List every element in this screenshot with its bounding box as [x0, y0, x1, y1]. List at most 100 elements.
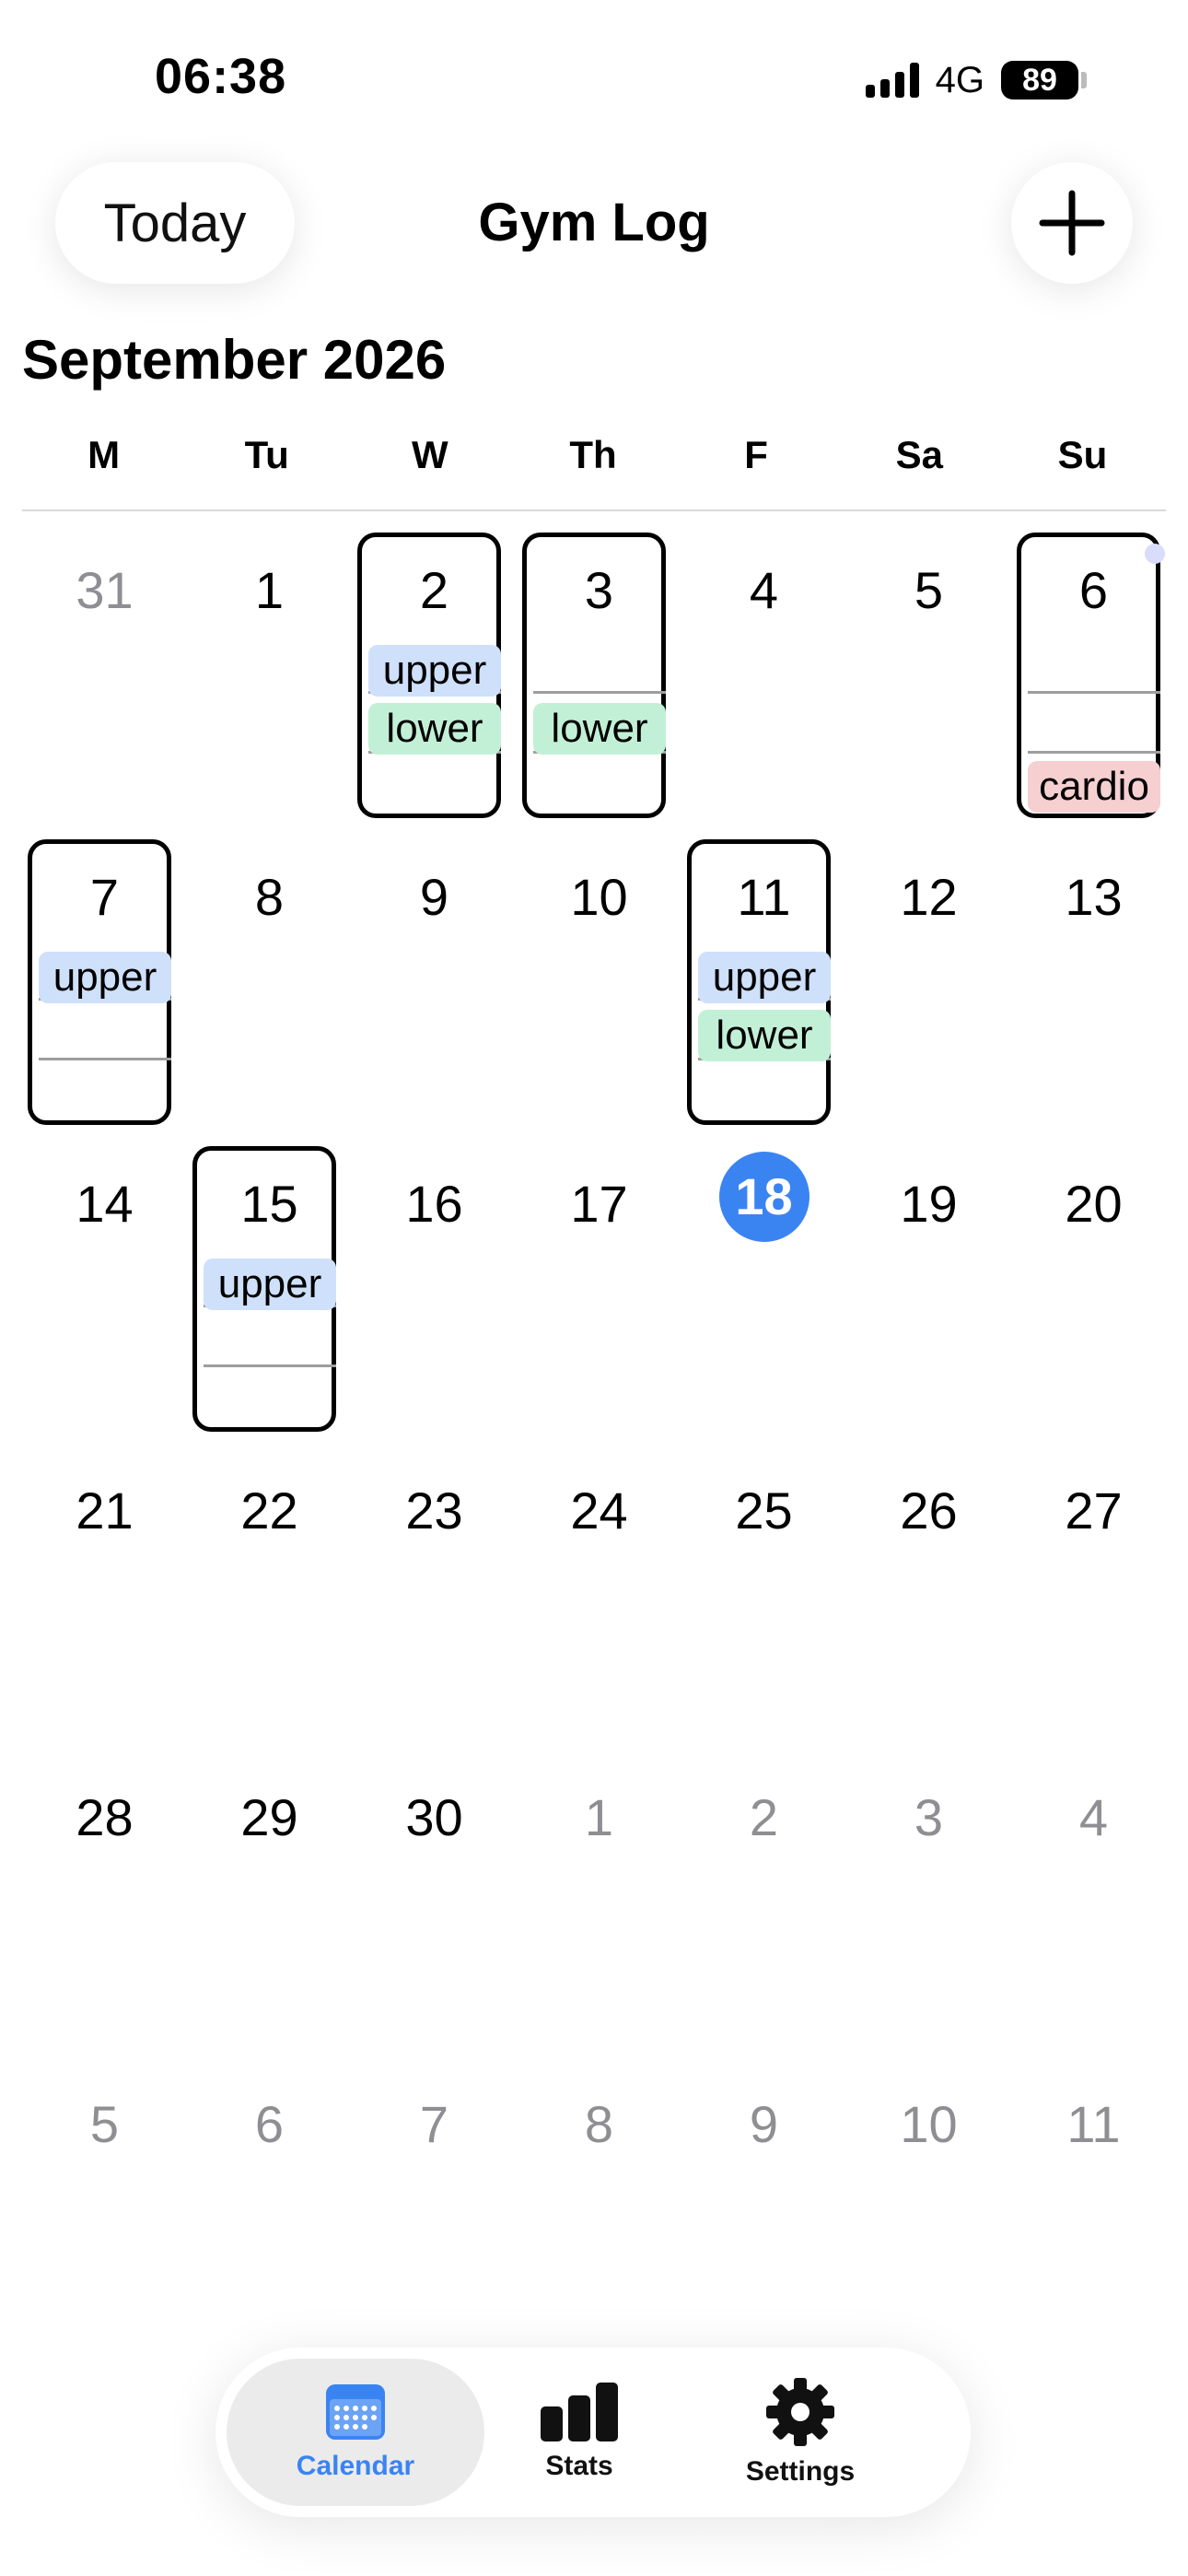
day-cell[interactable]: 1	[187, 533, 352, 839]
day-number: 8	[254, 868, 285, 926]
weekday-header: M Tu W Th F Sa Su	[22, 433, 1164, 477]
tab-label: Calendar	[296, 2451, 415, 2481]
add-button[interactable]	[1011, 162, 1133, 284]
day-cell[interactable]: 16	[352, 1146, 517, 1453]
day-number: 1	[254, 561, 285, 619]
day-cell[interactable]: upper lower 2	[352, 533, 517, 839]
day-number: 10	[900, 2095, 958, 2153]
divider	[22, 509, 1166, 511]
day-cell[interactable]: 8	[187, 839, 352, 1146]
weekday-label: Tu	[244, 433, 289, 476]
day-cell[interactable]: 28	[22, 1760, 187, 2067]
day-cell[interactable]: 8	[517, 2067, 681, 2373]
month-title: September 2026	[22, 329, 447, 391]
workout-tag-cardio: cardio	[1028, 761, 1160, 813]
day-cell[interactable]: 25	[681, 1453, 846, 1760]
day-cell[interactable]: 14	[22, 1146, 187, 1453]
bar-chart-icon	[541, 2383, 618, 2441]
day-cell[interactable]: 22	[187, 1453, 352, 1760]
day-number: 8	[584, 2095, 614, 2153]
day-number: 9	[749, 2095, 779, 2153]
day-cell[interactable]: 4	[681, 533, 846, 839]
tab-label: Settings	[745, 2456, 856, 2487]
day-cell[interactable]: 7	[352, 2067, 517, 2373]
day-number: 22	[240, 1481, 298, 1540]
day-number: 24	[570, 1481, 628, 1540]
day-cell[interactable]: 10	[517, 839, 681, 1146]
day-cell[interactable]: upper 7	[22, 839, 187, 1146]
calendar-icon	[326, 2384, 385, 2440]
day-cell[interactable]: 24	[517, 1453, 681, 1760]
day-number: 6	[1078, 561, 1109, 619]
status-indicators: 4G 89	[865, 57, 1087, 103]
day-cell[interactable]: 30	[352, 1760, 517, 2067]
day-cell[interactable]: 6	[187, 2067, 352, 2373]
day-cell[interactable]: cardio 6	[1011, 533, 1176, 839]
day-cell[interactable]: 1	[517, 1760, 681, 2067]
day-cell[interactable]: 9	[352, 839, 517, 1146]
day-cell[interactable]: 9	[681, 2067, 846, 2373]
day-cell[interactable]: upper 15	[187, 1146, 352, 1453]
slot-divider	[204, 1364, 336, 1367]
day-number: 13	[1065, 868, 1123, 926]
day-cell[interactable]: 21	[22, 1453, 187, 1760]
day-cell[interactable]: 26	[846, 1453, 1011, 1760]
day-cell[interactable]: lower 3	[517, 533, 681, 839]
day-number: 28	[76, 1788, 134, 1846]
day-number: 2	[749, 1788, 779, 1846]
day-number: 26	[900, 1481, 958, 1540]
day-cell[interactable]: 19	[846, 1146, 1011, 1453]
day-cell[interactable]: 31	[22, 533, 187, 839]
weekday-label: Th	[569, 433, 617, 476]
slot-divider	[39, 1058, 171, 1060]
day-number: 16	[405, 1175, 463, 1233]
day-cell[interactable]: 20	[1011, 1146, 1176, 1453]
day-number: 11	[737, 868, 791, 926]
tab-calendar[interactable]: Calendar	[227, 2359, 484, 2506]
day-cell[interactable]: 12	[846, 839, 1011, 1146]
workout-tag-upper: upper	[368, 645, 501, 697]
day-cell[interactable]: 4	[1011, 1760, 1176, 2067]
slot-divider	[1028, 751, 1160, 754]
day-cell[interactable]: 13	[1011, 839, 1176, 1146]
day-number: 7	[419, 2095, 449, 2153]
day-number: 1	[584, 1788, 614, 1846]
tab-bar: Calendar Stats Settings	[215, 2348, 971, 2517]
day-number: 4	[1078, 1788, 1109, 1846]
day-cell[interactable]: 5	[846, 533, 1011, 839]
day-number: 27	[1065, 1481, 1123, 1540]
weekday-label: Su	[1057, 433, 1108, 476]
day-number: 21	[76, 1481, 134, 1540]
signal-icon	[865, 63, 919, 98]
day-cell[interactable]: 2	[681, 1760, 846, 2067]
day-number: 5	[89, 2095, 120, 2153]
tab-stats[interactable]: Stats	[492, 2359, 667, 2506]
tab-settings[interactable]: Settings	[676, 2359, 925, 2506]
day-number: 6	[254, 2095, 285, 2153]
page-title: Gym Log	[478, 193, 710, 252]
weekday-label: M	[87, 433, 121, 476]
day-number: 19	[900, 1175, 958, 1233]
day-cell[interactable]: 27	[1011, 1453, 1176, 1760]
day-number: 20	[1065, 1175, 1123, 1233]
slot-divider	[533, 691, 666, 694]
workout-tag-lower: lower	[698, 1010, 831, 1061]
day-number: 12	[900, 868, 958, 926]
day-cell-today[interactable]: 18	[681, 1146, 846, 1453]
workout-tag-lower: lower	[533, 703, 666, 755]
day-cell[interactable]: 23	[352, 1453, 517, 1760]
day-cell[interactable]: upper lower 11	[681, 839, 846, 1146]
day-cell[interactable]: 11	[1011, 2067, 1176, 2373]
day-number: 2	[419, 561, 449, 619]
day-cell[interactable]: 29	[187, 1760, 352, 2067]
day-cell[interactable]: 3	[846, 1760, 1011, 2067]
day-number: 11	[1066, 2095, 1121, 2153]
weekday-label: F	[744, 433, 768, 476]
day-cell[interactable]: 17	[517, 1146, 681, 1453]
day-cell[interactable]: 10	[846, 2067, 1011, 2373]
day-number: 9	[419, 868, 449, 926]
calendar-week: 5 6 7 8 9 10 11	[22, 2067, 1176, 2373]
day-cell[interactable]: 5	[22, 2067, 187, 2373]
day-number: 3	[914, 1788, 944, 1846]
status-time: 06:38	[155, 49, 287, 104]
